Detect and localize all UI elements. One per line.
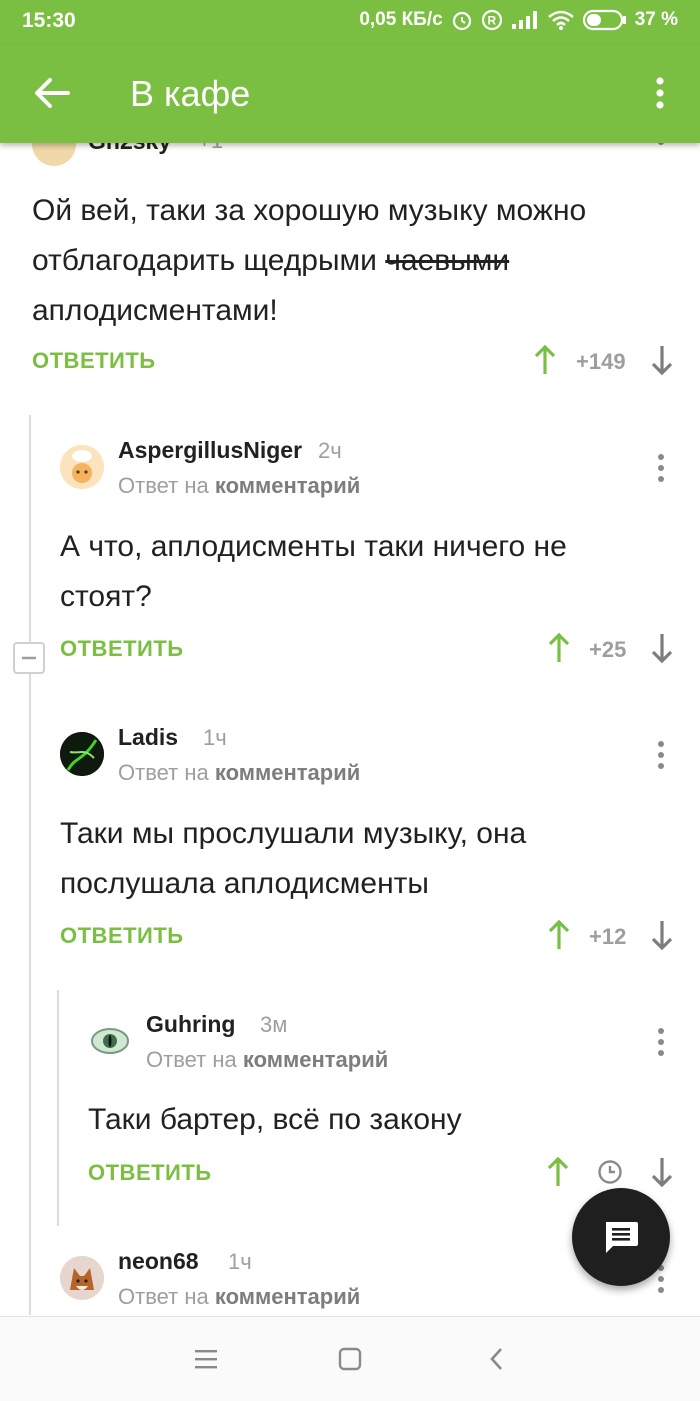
reply-prefix: Ответ на — [118, 1284, 209, 1309]
comment-aspergillusniger: AspergillusNiger 2ч Ответ на комментарий… — [58, 425, 700, 685]
comment-score: +12 — [589, 924, 627, 949]
nav-menu-icon[interactable] — [193, 1347, 219, 1371]
reply-prefix: Ответ на — [118, 473, 209, 498]
status-time: 15:30 — [22, 9, 76, 32]
avatar[interactable] — [88, 1019, 132, 1063]
network-speed: 0,05 КБ/с — [359, 9, 443, 30]
reply-prefix: Ответ на — [146, 1047, 237, 1072]
fox-avatar-icon — [60, 1256, 104, 1300]
collapse-icon[interactable] — [13, 642, 45, 674]
comment-gn2sky: Gn2sky +1 Ой вей, таки за хорошую музыку… — [0, 108, 700, 398]
reply-target-link[interactable]: комментарий — [215, 473, 360, 498]
clock-icon — [598, 1160, 622, 1184]
svg-text:R: R — [487, 14, 496, 28]
eye-avatar-icon — [88, 1019, 132, 1063]
page-title: В кафе — [130, 73, 251, 114]
wifi-icon — [547, 10, 574, 30]
status-bar: 15:30 0,05 КБ/с R 37 % — [0, 0, 700, 45]
reply-to-line: Ответ на комментарий — [118, 473, 360, 499]
reply-to-line: Ответ на комментарий — [118, 1284, 360, 1310]
reply-button[interactable]: ОТВЕТИТЬ — [60, 636, 184, 662]
reply-target-link[interactable]: комментарий — [215, 1284, 360, 1309]
nav-back-icon[interactable] — [487, 1346, 507, 1372]
comment-score: +149 — [576, 349, 626, 374]
reply-to-line: Ответ на комментарий — [146, 1047, 388, 1073]
avatar[interactable] — [60, 1256, 104, 1300]
registered-icon: R — [481, 9, 502, 31]
upvote-arrow-icon[interactable] — [548, 632, 570, 664]
downvote-arrow-icon[interactable] — [651, 1156, 673, 1188]
battery-icon — [582, 9, 626, 31]
comment-time: 1ч — [203, 725, 227, 750]
app-bar: В кафе — [0, 45, 700, 143]
upvote-arrow-icon[interactable] — [547, 1156, 569, 1188]
reply-button[interactable]: ОТВЕТИТЬ — [60, 923, 184, 949]
chef-avatar-icon — [60, 445, 104, 489]
upvote-arrow-icon[interactable] — [534, 344, 556, 376]
comment-score: +25 — [589, 637, 627, 662]
comment-body: Таки мы прослушали музыку, она послушала… — [60, 817, 527, 900]
more-vert-icon[interactable] — [656, 453, 666, 483]
comment-guhring: Guhring 3м Ответ на комментарий Таки бар… — [86, 999, 700, 1219]
battery-percent: 37 % — [634, 9, 678, 30]
reply-button[interactable]: ОТВЕТИТЬ — [88, 1160, 212, 1186]
avatar[interactable] — [60, 445, 104, 489]
comment-author[interactable]: Ladis — [118, 724, 178, 751]
signal-icon — [511, 11, 537, 29]
comment-time: 1ч — [228, 1249, 252, 1274]
comment-icon — [606, 1222, 638, 1253]
status-right: 0,05 КБ/с R 37 % — [359, 9, 678, 31]
more-vert-icon[interactable] — [656, 740, 666, 770]
upvote-arrow-icon[interactable] — [548, 919, 570, 951]
reply-button[interactable]: ОТВЕТИТЬ — [32, 348, 156, 374]
system-nav-bar — [0, 1316, 700, 1401]
thread-line — [29, 415, 31, 1315]
comment-body: Таки бартер, всё по закону — [88, 1103, 462, 1136]
comment-author[interactable]: Guhring — [146, 1011, 235, 1038]
more-vert-icon[interactable] — [656, 1027, 666, 1057]
thread-line — [57, 990, 59, 1226]
comment-ladis: Ladis 1ч Ответ на комментарий Таки мы пр… — [58, 712, 700, 972]
comment-body-struck: чаевыми — [385, 244, 510, 277]
nav-home-icon[interactable] — [337, 1346, 363, 1372]
downvote-arrow-icon[interactable] — [651, 344, 673, 376]
dark-avatar-icon — [60, 732, 104, 776]
more-vert-icon[interactable] — [640, 73, 680, 113]
comment-time: 2ч — [318, 438, 342, 463]
reply-target-link[interactable]: комментарий — [243, 1047, 388, 1072]
comment-time: 3м — [260, 1012, 288, 1037]
downvote-arrow-icon[interactable] — [651, 919, 673, 951]
avatar[interactable] — [60, 732, 104, 776]
alarm-icon — [452, 11, 471, 31]
back-arrow-icon[interactable] — [28, 69, 76, 117]
downvote-arrow-icon[interactable] — [651, 632, 673, 664]
comment-body-part2: аплодисментами! — [32, 294, 278, 327]
reply-prefix: Ответ на — [118, 760, 209, 785]
comment-body: А что, аплодисменты таки ничего не стоят… — [60, 530, 567, 613]
new-comment-fab[interactable] — [572, 1188, 670, 1286]
comment-author[interactable]: AspergillusNiger — [118, 437, 302, 464]
comment-body: Ой вей, таки за хорошую музыку можно отб… — [32, 186, 592, 336]
reply-target-link[interactable]: комментарий — [215, 760, 360, 785]
comment-author[interactable]: neon68 — [118, 1248, 199, 1275]
reply-to-line: Ответ на комментарий — [118, 760, 360, 786]
